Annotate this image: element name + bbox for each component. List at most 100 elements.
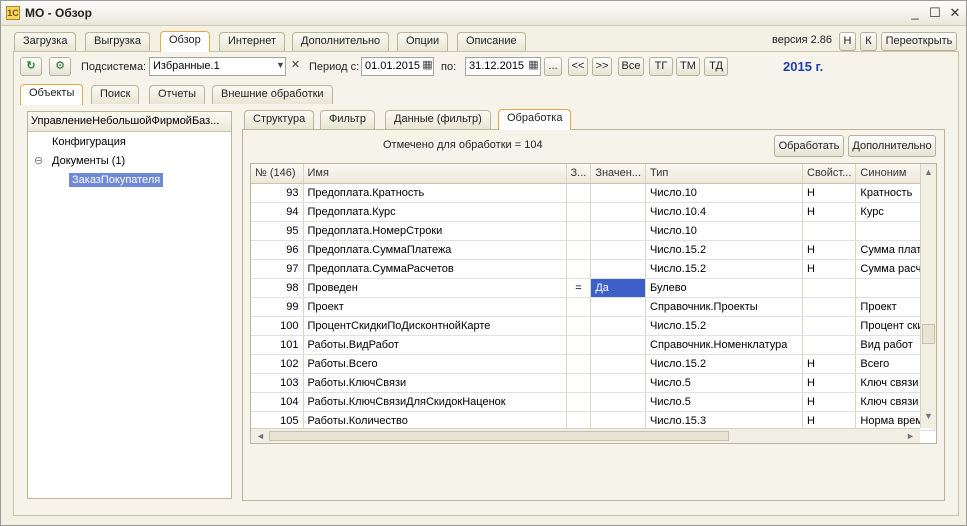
table-row[interactable]: 103 Работы.КлючСвязи Число.5 Н Ключ связи xyxy=(251,373,935,393)
table-cell-value[interactable] xyxy=(590,221,646,241)
all-period-button[interactable]: Все xyxy=(618,57,644,76)
horizontal-scroll-thumb[interactable] xyxy=(269,431,729,441)
table-cell-condition[interactable] xyxy=(566,335,592,355)
prev-period-button[interactable]: << xyxy=(568,57,588,76)
tab-search[interactable]: Поиск xyxy=(91,85,140,104)
tm-button[interactable]: ТМ xyxy=(676,57,700,76)
tab-description[interactable]: Описание xyxy=(457,32,526,51)
table-cell-number[interactable]: 99 xyxy=(251,297,304,317)
table-cell-name[interactable]: Предоплата.СуммаПлатежа xyxy=(303,240,567,260)
table-row[interactable]: 99 Проект Справочник.Проекты Проект xyxy=(251,297,935,317)
table-cell-number[interactable]: 97 xyxy=(251,259,304,279)
table-row[interactable]: 93 Предоплата.Кратность Число.10 Н Кратность xyxy=(251,183,935,203)
vertical-scrollbar[interactable]: ▲ ▼ xyxy=(920,164,936,428)
table-cell-condition[interactable] xyxy=(566,392,592,412)
table-cell-type[interactable]: Булево xyxy=(645,278,803,298)
table-cell-condition[interactable] xyxy=(566,221,592,241)
table-cell-number[interactable]: 98 xyxy=(251,278,304,298)
table-cell-condition[interactable] xyxy=(566,316,592,336)
process-button[interactable]: Обработать xyxy=(774,135,844,157)
scroll-left-icon[interactable]: ◄ xyxy=(256,431,265,441)
table-cell-property[interactable] xyxy=(802,335,857,355)
table-cell-value[interactable] xyxy=(590,297,646,317)
table-cell-value[interactable] xyxy=(590,316,646,336)
table-row[interactable]: 101 Работы.ВидРабот Справочник.Номенклатур… xyxy=(251,335,935,355)
table-cell-condition[interactable] xyxy=(566,202,592,222)
table-row[interactable]: 95 Предоплата.НомерСтроки Число.10 xyxy=(251,221,935,241)
scroll-right-icon[interactable]: ► xyxy=(906,431,915,441)
tree-node-configuration[interactable]: Конфигурация xyxy=(52,136,126,148)
table-cell-name[interactable]: Предоплата.Кратность xyxy=(303,183,567,203)
table-cell-type[interactable]: Число.15.2 xyxy=(645,259,803,279)
table-cell-value[interactable]: Да xyxy=(590,278,646,298)
table-cell-property[interactable] xyxy=(802,221,857,241)
table-cell-type[interactable]: Число.5 xyxy=(645,373,803,393)
tab-processing[interactable]: Обработка xyxy=(498,109,572,130)
table-row[interactable]: 94 Предоплата.Курс Число.10.4 Н Курс xyxy=(251,202,935,222)
k-button[interactable]: К xyxy=(860,32,877,51)
table-cell-type[interactable]: Справочник.Проекты xyxy=(645,297,803,317)
calendar-icon[interactable]: ▦ xyxy=(525,58,542,75)
column-header-property[interactable]: Свойст... xyxy=(802,164,857,184)
table-cell-condition[interactable] xyxy=(566,259,592,279)
column-header-type[interactable]: Тип xyxy=(645,164,803,184)
tab-data-filter[interactable]: Данные (фильтр) xyxy=(385,110,491,129)
table-cell-type[interactable]: Число.15.2 xyxy=(645,316,803,336)
table-cell-property[interactable]: Н xyxy=(802,392,857,412)
additional-button[interactable]: Дополнительно xyxy=(848,135,936,157)
table-cell-value[interactable] xyxy=(590,259,646,279)
tab-additional[interactable]: Дополнительно xyxy=(292,32,390,51)
table-cell-name[interactable]: Предоплата.СуммаРасчетов xyxy=(303,259,567,279)
next-period-button[interactable]: >> xyxy=(592,57,612,76)
minimize-button[interactable]: _ xyxy=(906,4,924,22)
tab-external-processing[interactable]: Внешние обработки xyxy=(212,85,333,104)
table-cell-number[interactable]: 94 xyxy=(251,202,304,222)
table-cell-property[interactable]: Н xyxy=(802,202,857,222)
table-cell-name[interactable]: Работы.ВидРабот xyxy=(303,335,567,355)
table-cell-type[interactable]: Число.10.4 xyxy=(645,202,803,222)
table-row[interactable]: 97 Предоплата.СуммаРасчетов Число.15.2 Н Сум… xyxy=(251,259,935,279)
table-cell-value[interactable] xyxy=(590,373,646,393)
table-cell-property[interactable]: Н xyxy=(802,373,857,393)
table-cell-property[interactable]: Н xyxy=(802,240,857,260)
vertical-scroll-thumb[interactable] xyxy=(922,324,935,344)
table-cell-name[interactable]: Предоплата.НомерСтроки xyxy=(303,221,567,241)
table-cell-condition[interactable] xyxy=(566,354,592,374)
close-button[interactable]: ✕ xyxy=(946,4,964,22)
table-cell-name[interactable]: Предоплата.Курс xyxy=(303,202,567,222)
table-cell-number[interactable]: 93 xyxy=(251,183,304,203)
tab-options[interactable]: Опции xyxy=(397,32,449,51)
table-cell-type[interactable]: Число.10 xyxy=(645,221,803,241)
table-cell-value[interactable] xyxy=(590,240,646,260)
table-cell-property[interactable]: Н xyxy=(802,354,857,374)
tg-button[interactable]: ТГ xyxy=(649,57,673,76)
settings-icon[interactable]: ⚙ xyxy=(49,57,71,76)
table-row[interactable]: 104 Работы.КлючСвязиДляСкидокНаценок Число… xyxy=(251,392,935,412)
column-header-value[interactable]: Значен... xyxy=(590,164,646,184)
table-cell-number[interactable]: 102 xyxy=(251,354,304,374)
table-cell-name[interactable]: ПроцентСкидкиПоДисконтнойКарте xyxy=(303,316,567,336)
table-cell-number[interactable]: 100 xyxy=(251,316,304,336)
table-cell-name[interactable]: Работы.КлючСвязиДляСкидокНаценок xyxy=(303,392,567,412)
table-cell-value[interactable] xyxy=(590,392,646,412)
column-header-name[interactable]: Имя xyxy=(303,164,567,184)
table-cell-number[interactable]: 96 xyxy=(251,240,304,260)
clear-icon[interactable]: ✕ xyxy=(287,58,304,75)
table-cell-property[interactable]: Н xyxy=(802,259,857,279)
td-button[interactable]: ТД xyxy=(704,57,728,76)
table-cell-type[interactable]: Число.15.2 xyxy=(645,240,803,260)
tab-internet[interactable]: Интернет xyxy=(219,32,285,51)
table-cell-name[interactable]: Проведен xyxy=(303,278,567,298)
table-cell-number[interactable]: 101 xyxy=(251,335,304,355)
table-cell-property[interactable]: Н xyxy=(802,183,857,203)
table-cell-condition[interactable] xyxy=(566,240,592,260)
table-cell-name[interactable]: Работы.КлючСвязи xyxy=(303,373,567,393)
column-header-number[interactable]: № (146) xyxy=(251,164,304,184)
refresh-icon[interactable]: ↻ xyxy=(20,57,42,76)
table-cell-name[interactable]: Работы.Всего xyxy=(303,354,567,374)
table-cell-type[interactable]: Число.15.2 xyxy=(645,354,803,374)
tab-objects[interactable]: Объекты xyxy=(20,84,84,105)
table-cell-number[interactable]: 95 xyxy=(251,221,304,241)
table-cell-value[interactable] xyxy=(590,202,646,222)
collapse-icon[interactable]: ⊖ xyxy=(34,154,43,167)
